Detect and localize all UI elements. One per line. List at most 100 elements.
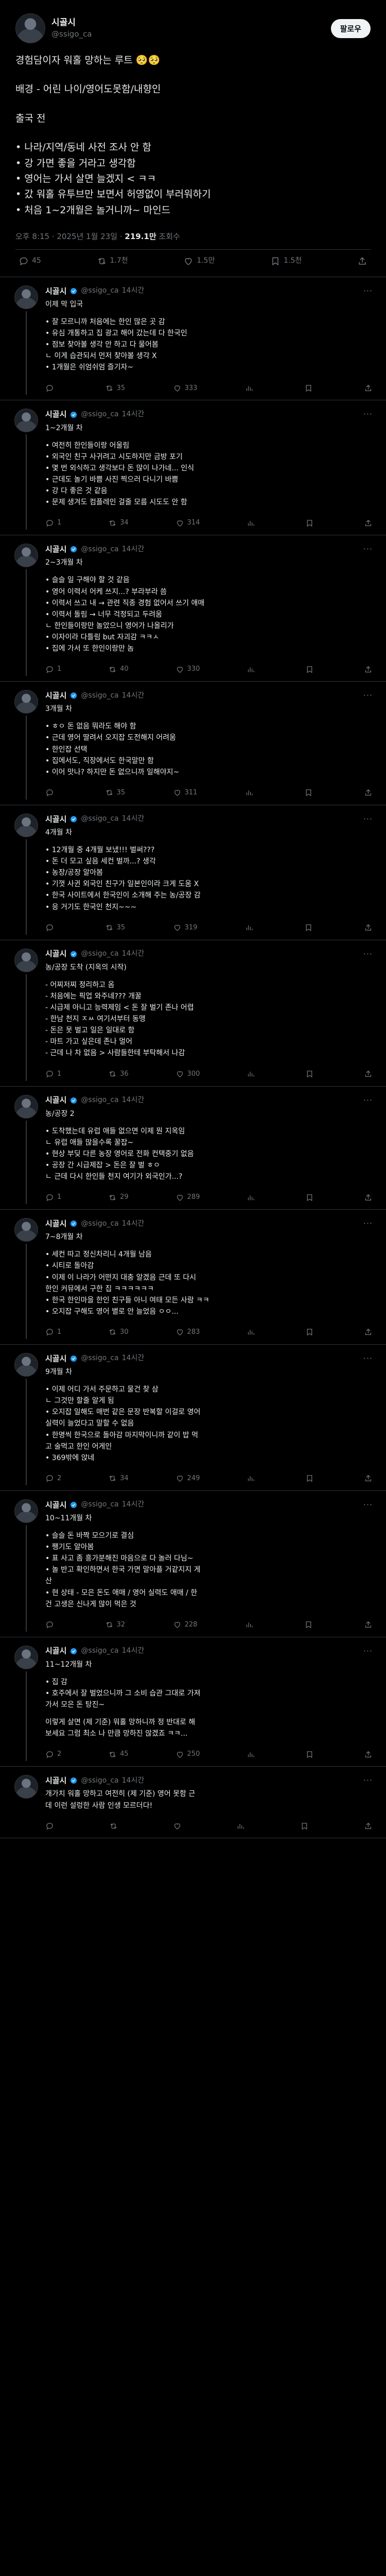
reply-author-name[interactable]: 시골시	[45, 1775, 66, 1786]
views-button[interactable]	[247, 1070, 258, 1079]
follow-button[interactable]: 팔로우	[330, 19, 371, 38]
like-button[interactable]: 311	[173, 788, 197, 798]
views-button[interactable]	[247, 1474, 258, 1483]
views-button[interactable]	[245, 1620, 257, 1630]
share-button[interactable]	[364, 788, 373, 798]
share-button[interactable]	[364, 1750, 373, 1759]
bookmark-button[interactable]	[305, 1474, 317, 1483]
like-button[interactable]: 283	[176, 1328, 200, 1337]
share-button[interactable]	[364, 384, 373, 393]
views-button[interactable]	[245, 788, 257, 798]
reply-button[interactable]	[45, 384, 57, 393]
reply-author-handle[interactable]: @ssigo_ca	[81, 1219, 118, 1229]
avatar[interactable]	[14, 285, 38, 309]
avatar[interactable]	[14, 1499, 38, 1523]
reply-timestamp[interactable]: 14시간	[122, 814, 145, 824]
reply-timestamp[interactable]: 14시간	[122, 1219, 145, 1229]
bookmark-button[interactable]	[305, 1193, 317, 1202]
share-button[interactable]	[364, 923, 373, 933]
author-display-name[interactable]: 시골시	[51, 17, 331, 29]
reply-author-handle[interactable]: @ssigo_ca	[81, 286, 118, 296]
reply-timestamp[interactable]: 14시간	[122, 1095, 145, 1105]
repost-button[interactable]: 32	[105, 1620, 125, 1630]
views-button[interactable]	[245, 384, 257, 393]
reply-button[interactable]	[45, 788, 57, 798]
like-button[interactable]: 300	[176, 1070, 200, 1079]
like-button[interactable]: 289	[176, 1193, 200, 1202]
bookmark-button[interactable]	[304, 788, 316, 798]
share-button[interactable]	[364, 1193, 373, 1202]
like-button[interactable]: 319	[173, 923, 197, 933]
reply-timestamp[interactable]: 14시간	[122, 1776, 145, 1786]
bookmark-button[interactable]	[305, 518, 317, 528]
like-button[interactable]: 1.5만	[183, 256, 215, 266]
reply-button[interactable]: 1	[45, 518, 61, 528]
reply-timestamp[interactable]: 14시간	[122, 949, 145, 959]
reply-button[interactable]	[45, 1822, 57, 1831]
reply-author-handle[interactable]: @ssigo_ca	[81, 1776, 118, 1786]
repost-button[interactable]: 34	[108, 1474, 129, 1483]
views-button[interactable]	[245, 923, 257, 933]
reply-author-name[interactable]: 시골시	[45, 814, 66, 825]
more-options-icon[interactable]: ···	[363, 1775, 373, 1786]
avatar[interactable]	[14, 409, 38, 433]
reply-timestamp[interactable]: 14시간	[122, 1646, 145, 1656]
views-button[interactable]	[236, 1822, 248, 1831]
views-button[interactable]	[247, 665, 258, 674]
bookmark-button[interactable]	[300, 1822, 312, 1831]
author-handle[interactable]: @ssigo_ca	[51, 29, 331, 40]
avatar[interactable]	[14, 544, 38, 568]
like-button[interactable]: 333	[173, 384, 197, 393]
views-button[interactable]	[247, 1750, 258, 1759]
views-button[interactable]	[247, 518, 258, 528]
avatar[interactable]	[14, 813, 38, 837]
bookmark-button[interactable]	[305, 1070, 317, 1079]
repost-button[interactable]: 35	[105, 384, 125, 393]
reply-author-name[interactable]: 시골시	[45, 409, 66, 420]
reply-author-name[interactable]: 시골시	[45, 286, 66, 297]
reply-author-name[interactable]: 시골시	[45, 1353, 66, 1364]
repost-button[interactable]: 1.7천	[97, 256, 128, 266]
bookmark-button[interactable]	[304, 384, 316, 393]
repost-button[interactable]	[109, 1822, 121, 1831]
reply-button[interactable]: 2	[45, 1750, 61, 1759]
reply-timestamp[interactable]: 14시간	[122, 410, 145, 419]
more-options-icon[interactable]: ···	[363, 1499, 373, 1511]
views-button[interactable]	[247, 1193, 258, 1202]
like-button[interactable]	[173, 1822, 185, 1831]
share-button[interactable]	[364, 1620, 373, 1630]
reply-author-handle[interactable]: @ssigo_ca	[81, 691, 118, 701]
repost-button[interactable]: 35	[105, 923, 125, 933]
reply-author-handle[interactable]: @ssigo_ca	[81, 545, 118, 554]
more-options-icon[interactable]: ···	[363, 1353, 373, 1364]
reply-author-handle[interactable]: @ssigo_ca	[81, 1353, 118, 1363]
like-button[interactable]: 228	[173, 1620, 197, 1630]
like-button[interactable]: 314	[176, 518, 200, 528]
reply-timestamp[interactable]: 14시간	[122, 691, 145, 701]
reply-author-handle[interactable]: @ssigo_ca	[81, 1646, 118, 1656]
reply-button[interactable]	[45, 923, 57, 933]
repost-button[interactable]: 36	[108, 1070, 129, 1079]
repost-button[interactable]: 29	[108, 1193, 129, 1202]
reply-button[interactable]: 1	[45, 1328, 61, 1337]
bookmark-button[interactable]	[305, 1328, 317, 1337]
reply-author-handle[interactable]: @ssigo_ca	[81, 410, 118, 419]
reply-author-name[interactable]: 시골시	[45, 1218, 66, 1229]
share-button[interactable]	[364, 1070, 373, 1079]
reply-button[interactable]: 1	[45, 1070, 61, 1079]
share-button[interactable]	[364, 1822, 373, 1831]
share-button[interactable]	[364, 1328, 373, 1337]
reply-timestamp[interactable]: 14시간	[122, 286, 145, 296]
avatar[interactable]	[14, 948, 38, 972]
more-options-icon[interactable]: ···	[363, 948, 373, 960]
more-options-icon[interactable]: ···	[363, 1646, 373, 1657]
reply-timestamp[interactable]: 14시간	[122, 1500, 145, 1510]
reply-author-handle[interactable]: @ssigo_ca	[81, 1095, 118, 1105]
reply-button[interactable]: 45	[19, 256, 41, 266]
reply-author-name[interactable]: 시골시	[45, 1095, 66, 1106]
repost-button[interactable]: 45	[108, 1750, 129, 1759]
avatar[interactable]	[14, 690, 38, 714]
more-options-icon[interactable]: ···	[363, 814, 373, 825]
repost-button[interactable]: 30	[108, 1328, 129, 1337]
like-button[interactable]: 330	[176, 665, 200, 674]
